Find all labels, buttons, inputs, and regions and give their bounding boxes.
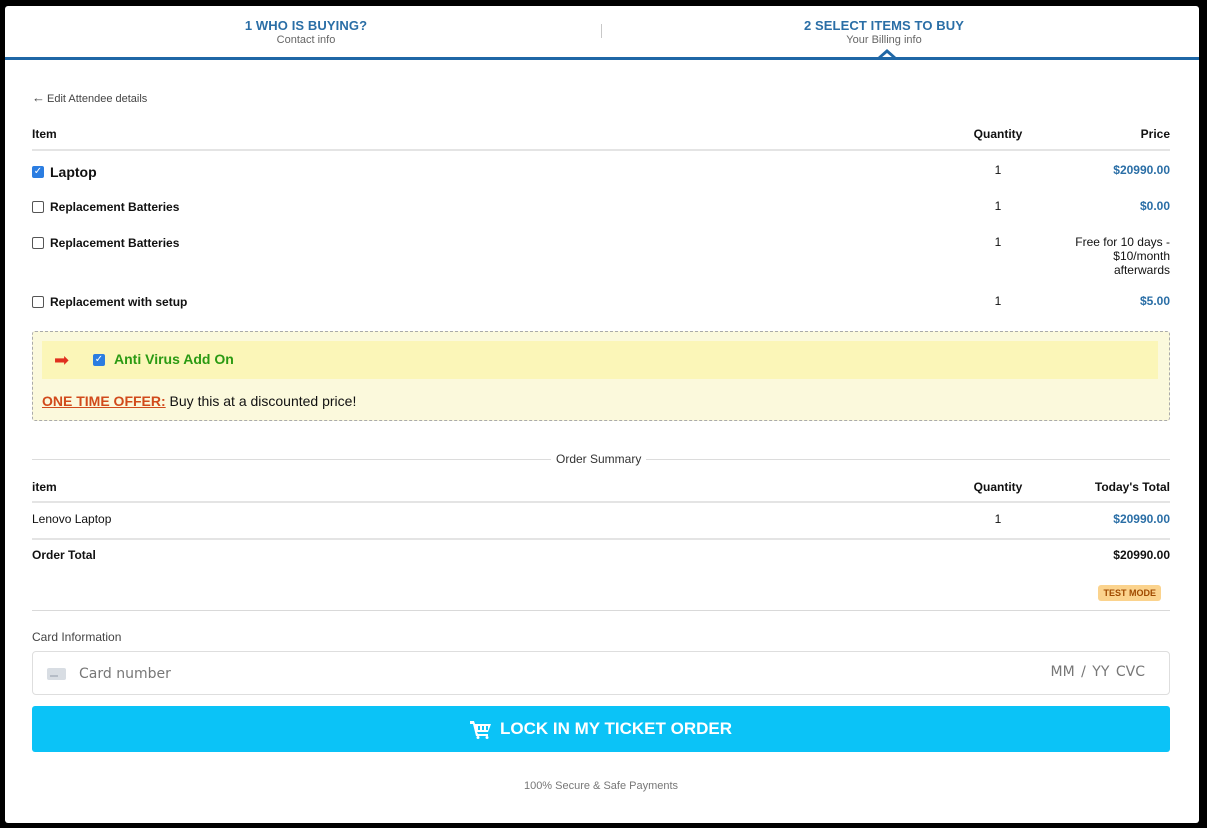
arrow-left-icon: ← xyxy=(32,90,45,105)
test-mode-badge: TEST MODE xyxy=(1098,585,1161,601)
step-who-is-buying[interactable]: 1 WHO IS BUYING? Contact info xyxy=(106,18,506,46)
step-progress: 1 WHO IS BUYING? Contact info 2 SELECT I… xyxy=(5,6,1199,58)
item-laptop-option[interactable]: ✓ Laptop xyxy=(32,164,97,180)
item-price: $0.00 xyxy=(1139,199,1170,213)
lock-in-order-label: LOCK IN MY TICKET ORDER xyxy=(499,719,733,738)
step-select-items[interactable]: 2 SELECT ITEMS TO BUY Your Billing info xyxy=(684,18,1084,46)
item-name: Replacement with setup xyxy=(50,295,188,309)
offer-highlight: ONE TIME OFFER: xyxy=(42,393,166,409)
lock-in-order-button[interactable]: LOCK IN MY TICKET ORDER xyxy=(32,706,1170,752)
step-subtitle: Contact info xyxy=(276,34,336,46)
card-cvc-placeholder: CVC xyxy=(1115,664,1145,680)
order-total-value: $20990.00 xyxy=(1113,548,1170,562)
shopping-cart-icon xyxy=(469,720,491,739)
price-line: afterwards xyxy=(1113,263,1170,277)
item-batteries-option[interactable]: Replacement Batteries xyxy=(32,200,179,214)
step-title: 1 WHO IS BUYING? xyxy=(244,18,368,33)
step-divider xyxy=(601,24,602,38)
summary-row-divider xyxy=(32,538,1170,540)
arrow-right-icon: ➡ xyxy=(54,350,70,370)
item-quantity: 1 xyxy=(994,294,1002,308)
item-name: Replacement Batteries xyxy=(50,236,180,250)
progress-bar xyxy=(5,57,1199,60)
price-line: Free for 10 days - xyxy=(1075,235,1170,249)
offer-title[interactable]: Anti Virus Add On xyxy=(114,351,234,367)
edit-attendee-label: Edit Attendee details xyxy=(47,93,148,105)
offer-text: ONE TIME OFFER: Buy this at a discounted… xyxy=(42,393,356,409)
header-quantity: Quantity xyxy=(973,127,1023,141)
item-name: Laptop xyxy=(50,164,97,180)
item-quantity: 1 xyxy=(994,199,1002,213)
item-name: Replacement Batteries xyxy=(50,200,180,214)
summary-item-name: Lenovo Laptop xyxy=(32,512,112,526)
order-summary-label: Order Summary xyxy=(551,452,647,466)
header-item: item xyxy=(32,480,57,494)
item-price: $5.00 xyxy=(1139,294,1170,308)
header-quantity: Quantity xyxy=(973,480,1023,494)
offer-checkbox[interactable]: ✓ xyxy=(93,354,105,366)
edit-attendee-link[interactable]: ← Edit Attendee details xyxy=(32,90,147,105)
checkbox[interactable] xyxy=(32,296,44,308)
header-item: Item xyxy=(32,127,57,141)
card-number-input[interactable] xyxy=(77,662,981,686)
card-information-label: Card Information xyxy=(32,630,122,644)
step-title: 2 SELECT ITEMS TO BUY xyxy=(803,18,965,33)
header-price: Price xyxy=(1140,127,1170,141)
item-batteries-subscription-option[interactable]: Replacement Batteries xyxy=(32,236,179,250)
card-input-field[interactable]: MM / YY CVC xyxy=(32,651,1170,695)
item-price-terms: Free for 10 days - $10/month afterwards xyxy=(1075,235,1170,277)
checkbox[interactable] xyxy=(32,201,44,213)
summary-header-divider xyxy=(32,501,1170,503)
header-total: Today's Total xyxy=(1094,480,1170,494)
one-time-offer-box: ➡ ✓ Anti Virus Add On ONE TIME OFFER: Bu… xyxy=(32,331,1170,421)
checkbox-checked[interactable]: ✓ xyxy=(32,166,44,178)
offer-description: Buy this at a discounted price! xyxy=(165,393,357,409)
payment-divider xyxy=(32,610,1170,611)
card-expiry-cvc[interactable]: MM / YY CVC xyxy=(1051,664,1145,680)
step-subtitle: Your Billing info xyxy=(846,34,922,46)
card-expiry-placeholder: MM / YY xyxy=(1050,664,1110,680)
summary-item-total: $20990.00 xyxy=(1113,512,1170,526)
item-price: $20990.00 xyxy=(1113,163,1170,177)
item-setup-option[interactable]: Replacement with setup xyxy=(32,295,187,309)
credit-card-icon xyxy=(47,668,66,680)
summary-item-quantity: 1 xyxy=(994,512,1002,526)
secure-payments-text: 100% Secure & Safe Payments xyxy=(523,780,679,792)
price-line: $10/month xyxy=(1113,249,1170,263)
order-total-label: Order Total xyxy=(32,548,96,562)
checkout-card: 1 WHO IS BUYING? Contact info 2 SELECT I… xyxy=(5,6,1199,823)
items-header-divider xyxy=(32,149,1170,151)
offer-highlight-bar: ➡ ✓ Anti Virus Add On xyxy=(42,341,1158,379)
item-quantity: 1 xyxy=(994,235,1002,249)
item-quantity: 1 xyxy=(994,163,1002,177)
checkbox[interactable] xyxy=(32,237,44,249)
